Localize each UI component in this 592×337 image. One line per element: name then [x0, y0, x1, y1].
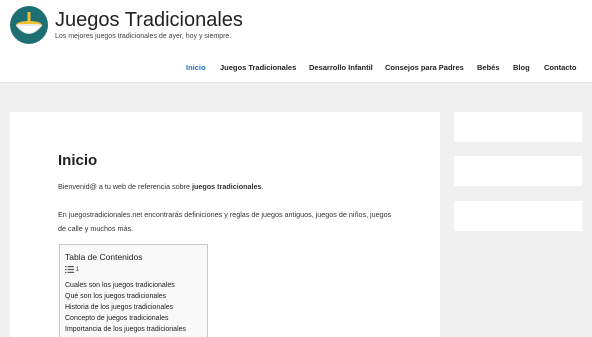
intro-text: Bienvenid@ a tu web de referencia sobre — [58, 182, 192, 191]
intro-bold-keyword: juegos tradicionales — [191, 182, 262, 191]
nav-item-desarrollo-infantil[interactable]: Desarrollo Infantil — [309, 63, 373, 72]
description-paragraph: En juegostradicionales.net encontrarás d… — [58, 210, 392, 233]
sidebar-widget — [454, 112, 582, 142]
toc-toggle-label: 1 — [75, 267, 80, 274]
sidebar-widget — [454, 156, 582, 186]
toc-link[interactable]: Concepto de juegos tradicionales — [65, 313, 186, 324]
site-title[interactable]: Juegos Tradicionales — [55, 9, 243, 32]
sidebar-widget — [454, 201, 582, 231]
spinning-top-icon — [15, 12, 43, 34]
nav-item-juegos-tradicionales[interactable]: Juegos Tradicionales — [220, 63, 296, 72]
main-navigation: Inicio Juegos Tradicionales Desarrollo I… — [0, 63, 592, 75]
nav-item-contacto[interactable]: Contacto — [544, 63, 577, 72]
list-icon — [65, 266, 74, 273]
nav-item-bebes[interactable]: Bebés — [477, 63, 500, 72]
toc-list: Cuales son los juegos tradicionales Qué … — [65, 280, 186, 335]
main-content: Inicio Bienvenid@ a tu web de referencia… — [10, 112, 440, 337]
toc-link[interactable]: Qué son los juegos tradicionales — [65, 291, 186, 302]
site-tagline: Los mejores juegos tradicionales de ayer… — [55, 33, 232, 40]
site-header: Juegos Tradicionales Los mejores juegos … — [0, 0, 592, 83]
nav-item-blog[interactable]: Blog — [513, 63, 530, 72]
nav-item-inicio[interactable]: Inicio — [186, 63, 206, 72]
toc-title: Tabla de Contenidos — [65, 252, 143, 262]
page-title: Inicio — [58, 152, 98, 169]
toc-link[interactable]: Cuales son los juegos tradicionales — [65, 280, 186, 291]
toc-toggle[interactable]: 1 — [65, 266, 79, 273]
intro-suffix: . — [261, 182, 264, 191]
nav-item-consejos-para-padres[interactable]: Consejos para Padres — [385, 63, 464, 72]
table-of-contents: Tabla de Contenidos 1 Cuales son los jue… — [59, 244, 208, 337]
site-logo[interactable] — [10, 6, 48, 44]
toc-link[interactable]: Historia de los juegos tradicionales — [65, 302, 186, 313]
toc-link[interactable]: Importancia de los juegos tradicionales — [65, 324, 186, 335]
intro-paragraph: Bienvenid@ a tu web de referencia sobre … — [58, 182, 263, 191]
